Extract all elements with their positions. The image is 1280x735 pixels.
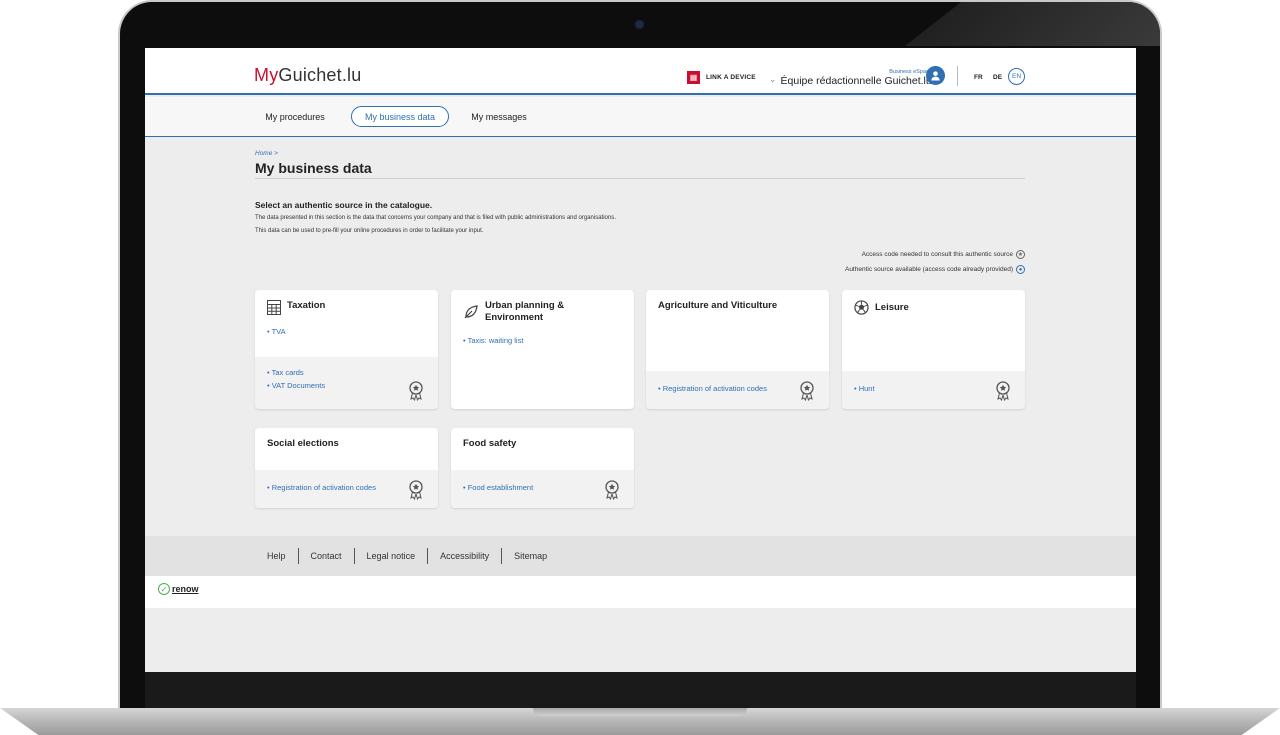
account-texts: Business eSpace Équipe rédactionnelle Gu… (781, 69, 932, 87)
lang-de[interactable]: DE (993, 74, 1002, 81)
card-link-taxis-waiting-list[interactable]: Taxis: waiting list (463, 334, 622, 347)
legend-text: Authentic source available (access code … (844, 266, 1013, 273)
intro-text: The data presented in this section is th… (255, 215, 616, 221)
screen: MyGuichet.lu ▦ LINK A DEVICE ⌄ Business … (145, 48, 1136, 672)
renow-bar: ✓ renow (145, 576, 1136, 608)
award-icon (996, 381, 1010, 401)
card-link-registration-activation-codes[interactable]: Registration of activation codes (267, 481, 426, 494)
award-icon (800, 381, 814, 401)
card-protected-section: Food establishment (451, 470, 634, 508)
card-list: Registration of activation codes (658, 382, 817, 395)
renow-text: renow (172, 584, 199, 594)
legend-access-needed: Access code needed to consult this authe… (862, 250, 1025, 259)
card-list: Taxis: waiting list (463, 334, 622, 347)
laptop-base-notch (533, 708, 747, 716)
award-icon (409, 480, 423, 500)
breadcrumb[interactable]: Home > (255, 150, 278, 157)
link-device-button[interactable]: ▦ LINK A DEVICE (687, 71, 756, 84)
footer-link-contact[interactable]: Contact (297, 548, 354, 564)
nav-my-messages[interactable]: My messages (463, 106, 535, 127)
card-link-hunt[interactable]: Hunt (854, 382, 1013, 395)
page-title: My business data (255, 160, 372, 176)
header: MyGuichet.lu ▦ LINK A DEVICE ⌄ Business … (145, 48, 1136, 95)
award-icon: ★ (1016, 250, 1025, 259)
account-switcher[interactable]: ⌄ Business eSpace Équipe rédactionnelle … (769, 69, 932, 87)
card-link-registration-activation-codes[interactable]: Registration of activation codes (658, 382, 817, 395)
card-link-food-establishment[interactable]: Food establishment (463, 481, 622, 494)
intro-text: This data can be used to pre-fill your o… (255, 228, 484, 234)
logo-my: My (254, 65, 279, 85)
leaf-icon (464, 305, 478, 319)
intro-heading: Select an authentic source in the catalo… (255, 200, 433, 210)
legend-available: Authentic source available (access code … (845, 265, 1025, 274)
nav-my-business-data[interactable]: My business data (351, 106, 449, 127)
available-icon: ● (1016, 265, 1025, 274)
link-device-label: LINK A DEVICE (706, 74, 756, 81)
card-protected-section: Hunt (842, 371, 1025, 409)
card-title-line: Environment (485, 312, 544, 323)
award-icon (605, 480, 619, 500)
card-link-tva[interactable]: TVA (267, 325, 426, 338)
check-icon: ✓ (158, 583, 170, 595)
footer-link-sitemap[interactable]: Sitemap (501, 548, 559, 564)
card-link-tax-cards[interactable]: Tax cards (267, 366, 426, 379)
person-icon (931, 71, 940, 81)
card-taxation: Taxation TVA Tax cards VAT Documents (255, 290, 438, 409)
main-nav: My procedures My business data My messag… (145, 97, 1136, 137)
award-icon (409, 381, 423, 401)
card-list: TVA (267, 325, 426, 338)
card-title-line: Urban planning & (485, 300, 565, 311)
renow-link[interactable]: ✓ renow (158, 583, 199, 595)
qr-icon: ▦ (687, 71, 700, 84)
chevron-down-icon: ⌄ (769, 74, 777, 84)
card-title: Social elections (267, 438, 339, 449)
footer-link-legal-notice[interactable]: Legal notice (353, 548, 428, 564)
card-title: Urban planning & Environment (485, 300, 564, 324)
card-title: Food safety (463, 438, 517, 449)
footer: Help Contact Legal notice Accessibility … (145, 536, 1136, 576)
card-link-vat-documents[interactable]: VAT Documents (267, 379, 426, 392)
card-title: Leisure (875, 302, 909, 313)
footer-link-help[interactable]: Help (256, 548, 298, 564)
card-agriculture: Agriculture and Viticulture Registration… (646, 290, 829, 409)
card-leisure: Leisure Hunt (842, 290, 1025, 409)
calculator-icon (267, 300, 281, 315)
logo[interactable]: MyGuichet.lu (254, 65, 361, 86)
footer-link-accessibility[interactable]: Accessibility (427, 548, 501, 564)
legend-text: Access code needed to consult this authe… (861, 251, 1013, 258)
card-protected-section: Tax cards VAT Documents (255, 357, 438, 409)
card-social-elections: Social elections Registration of activat… (255, 428, 438, 508)
account-name: Équipe rédactionnelle Guichet.lu (780, 75, 932, 87)
card-list: Hunt (854, 382, 1013, 395)
camera (636, 21, 643, 28)
user-avatar-icon[interactable] (926, 66, 945, 85)
lang-en[interactable]: EN (1008, 68, 1025, 85)
divider (957, 66, 958, 86)
screen-bezel (145, 672, 1136, 708)
card-title: Agriculture and Viticulture (658, 300, 778, 311)
divider (255, 178, 1025, 179)
card-list: Registration of activation codes (267, 481, 426, 494)
card-list: Food establishment (463, 481, 622, 494)
lang-fr[interactable]: FR (974, 74, 983, 81)
card-list: Tax cards VAT Documents (267, 366, 426, 392)
card-food-safety: Food safety Food establishment (451, 428, 634, 508)
card-protected-section: Registration of activation codes (646, 371, 829, 409)
nav-my-procedures[interactable]: My procedures (255, 106, 335, 127)
card-title: Taxation (287, 300, 326, 311)
card-protected-section: Registration of activation codes (255, 470, 438, 508)
logo-rest: Guichet.lu (278, 65, 362, 85)
card-urban-planning: Urban planning &Environment Taxis: waiti… (451, 290, 634, 409)
football-icon (854, 300, 869, 315)
